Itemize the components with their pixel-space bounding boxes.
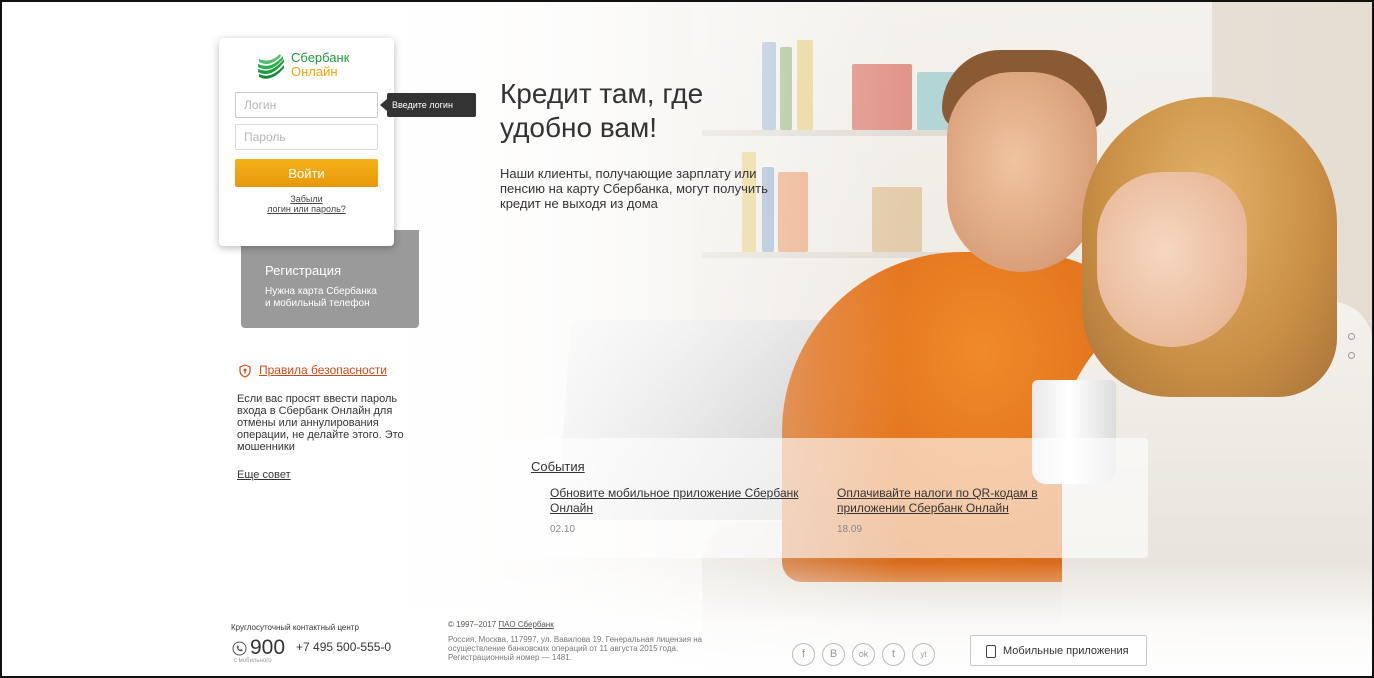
security-tip-text: Если вас просят ввести пароль входа в Сб…	[237, 393, 404, 453]
login-button[interactable]: Войти	[235, 159, 378, 187]
events-panel: События Обновите мобильное приложение Сб…	[500, 438, 1148, 558]
event-item: Оплачивайте налоги по QR-кодам в приложе…	[837, 486, 1097, 535]
logo-text-online: Онлайн	[291, 64, 338, 79]
registration-line-1: Нужна карта Сбербанка	[265, 286, 377, 297]
forgot-credentials-link[interactable]: Забыли логин или пароль?	[219, 194, 394, 214]
company-link[interactable]: ПАО Сбербанк	[498, 620, 553, 629]
smartphone-icon	[986, 645, 996, 658]
man-face	[947, 72, 1097, 272]
event-item: Обновите мобильное приложение Сбербанк О…	[550, 486, 810, 535]
youtube-icon[interactable]: yt	[912, 643, 935, 666]
registration-title[interactable]: Регистрация	[265, 263, 341, 278]
copyright-years: © 1997–2017	[448, 620, 497, 629]
login-tooltip: Введите логин	[380, 93, 476, 117]
mobile-apps-button[interactable]: Мобильные приложения	[970, 635, 1147, 666]
login-card: Сбербанк Онлайн Войти Забыли логин или п…	[219, 38, 394, 246]
slider-dot[interactable]	[1348, 333, 1355, 340]
twitter-glyph: t	[891, 648, 896, 660]
event-date: 02.10	[550, 524, 576, 535]
hero-title: Кредит там, где удобно вам!	[500, 78, 704, 143]
more-tips-link[interactable]: Еще совет	[237, 469, 291, 481]
contact-center-label: Круглосуточный контактный центр	[231, 623, 359, 632]
odnoklassniki-glyph: ok	[858, 649, 869, 659]
vkontakte-icon[interactable]: B	[822, 643, 845, 666]
mobile-apps-label: Мобильные приложения	[1003, 645, 1129, 657]
event-link[interactable]: Оплачивайте налоги по QR-кодам в приложе…	[837, 486, 1097, 516]
sberbank-logo-icon	[258, 54, 284, 79]
long-phone-number[interactable]: +7 495 500-555-0	[296, 640, 391, 654]
short-phone-note: с мобильного	[234, 658, 272, 664]
logo-text-sberbank: Сбербанк	[291, 50, 350, 65]
page-frame: Регистрация Нужна карта Сбербанка и моби…	[0, 0, 1374, 678]
registration-line-2: и мобильный телефон	[265, 298, 370, 309]
twitter-icon[interactable]: t	[882, 643, 905, 666]
phone-icon	[232, 641, 247, 656]
shield-icon	[239, 364, 251, 378]
short-phone-number[interactable]: 900	[250, 636, 285, 660]
hero-description: Наши клиенты, получающие зарплату или пе…	[500, 166, 768, 211]
slider-dot[interactable]	[1348, 352, 1355, 359]
odnoklassniki-icon[interactable]: ok	[852, 643, 875, 666]
registration-description: Нужна карта Сбербанка и мобильный телефо…	[265, 286, 405, 310]
legal-address: Россия, Москва, 117997, ул. Вавилова 19.…	[448, 635, 703, 662]
forgot-line-2[interactable]: логин или пароль?	[219, 204, 394, 214]
login-input[interactable]	[235, 92, 378, 118]
password-input[interactable]	[235, 124, 378, 150]
security-rules-link[interactable]: Правила безопасности	[259, 363, 387, 377]
facebook-icon[interactable]: f	[792, 643, 815, 666]
vkontakte-glyph: B	[829, 648, 838, 660]
events-title-link[interactable]: События	[531, 459, 585, 474]
facebook-glyph: f	[801, 648, 806, 660]
forgot-line-1[interactable]: Забыли	[219, 194, 394, 204]
copyright: © 1997–2017 ПАО Сбербанк	[448, 620, 554, 629]
event-link[interactable]: Обновите мобильное приложение Сбербанк О…	[550, 486, 810, 516]
event-date: 18.09	[837, 524, 863, 535]
woman-face	[1097, 172, 1247, 347]
sberbank-online-logo[interactable]: Сбербанк Онлайн	[256, 51, 376, 81]
youtube-glyph: yt	[920, 650, 927, 659]
